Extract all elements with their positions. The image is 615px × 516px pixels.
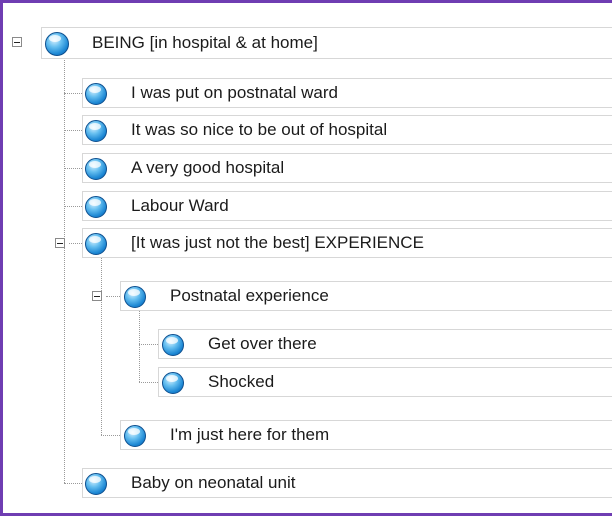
tree-node-label: Baby on neonatal unit xyxy=(131,473,296,492)
tree-connector xyxy=(101,435,122,436)
tree-node-postnatal-experience[interactable]: Postnatal experience xyxy=(120,281,612,311)
collapse-toggle-icon[interactable] xyxy=(12,37,22,47)
node-circle-icon xyxy=(85,196,107,218)
tree-connector xyxy=(64,93,84,94)
tree-node-label: I was put on postnatal ward xyxy=(131,83,338,102)
tree-node-label: A very good hospital xyxy=(131,158,285,177)
tree-node-experience[interactable]: [It was just not the best] EXPERIENCE xyxy=(82,228,612,258)
tree-connector xyxy=(64,206,84,207)
node-circle-icon xyxy=(85,233,107,255)
tree-connector xyxy=(64,57,65,483)
node-circle-icon xyxy=(45,32,69,56)
tree-connector xyxy=(139,344,160,345)
tree-node[interactable]: Get over there xyxy=(158,329,612,359)
tree-node-label: Get over there xyxy=(208,334,317,353)
tree-node-label: [It was just not the best] EXPERIENCE xyxy=(131,233,424,252)
node-circle-icon xyxy=(124,425,146,447)
node-circle-icon xyxy=(85,120,107,142)
tree-node-label: BEING [in hospital & at home] xyxy=(92,33,318,52)
node-circle-icon xyxy=(124,286,146,308)
tree-connector xyxy=(139,382,160,383)
tree-node-label: It was so nice to be out of hospital xyxy=(131,120,388,139)
tree-node[interactable]: A very good hospital xyxy=(82,153,612,183)
tree-node[interactable]: I was put on postnatal ward xyxy=(82,78,612,108)
tree-node[interactable]: Labour Ward xyxy=(82,191,612,221)
tree-connector xyxy=(101,257,102,435)
tree-node-label: Labour Ward xyxy=(131,196,229,215)
node-circle-icon xyxy=(162,372,184,394)
tree-connector xyxy=(64,168,84,169)
tree-node-label: Postnatal experience xyxy=(170,286,329,305)
node-circle-icon xyxy=(85,158,107,180)
tree-node[interactable]: Shocked xyxy=(158,367,612,397)
collapse-toggle-icon[interactable] xyxy=(92,291,102,301)
tree-connector xyxy=(64,130,84,131)
node-circle-icon xyxy=(162,334,184,356)
tree-view: BEING [in hospital & at home] I was put … xyxy=(0,0,612,513)
tree-node-label: Shocked xyxy=(208,372,275,391)
tree-node-root[interactable]: BEING [in hospital & at home] xyxy=(41,27,612,59)
tree-node[interactable]: I'm just here for them xyxy=(120,420,612,450)
node-circle-icon xyxy=(85,473,107,495)
tree-node[interactable]: It was so nice to be out of hospital xyxy=(82,115,612,145)
tree-node-label: I'm just here for them xyxy=(170,425,330,444)
node-circle-icon xyxy=(85,83,107,105)
tree-node[interactable]: Baby on neonatal unit xyxy=(82,468,612,498)
tree-connector xyxy=(64,483,84,484)
collapse-toggle-icon[interactable] xyxy=(55,238,65,248)
